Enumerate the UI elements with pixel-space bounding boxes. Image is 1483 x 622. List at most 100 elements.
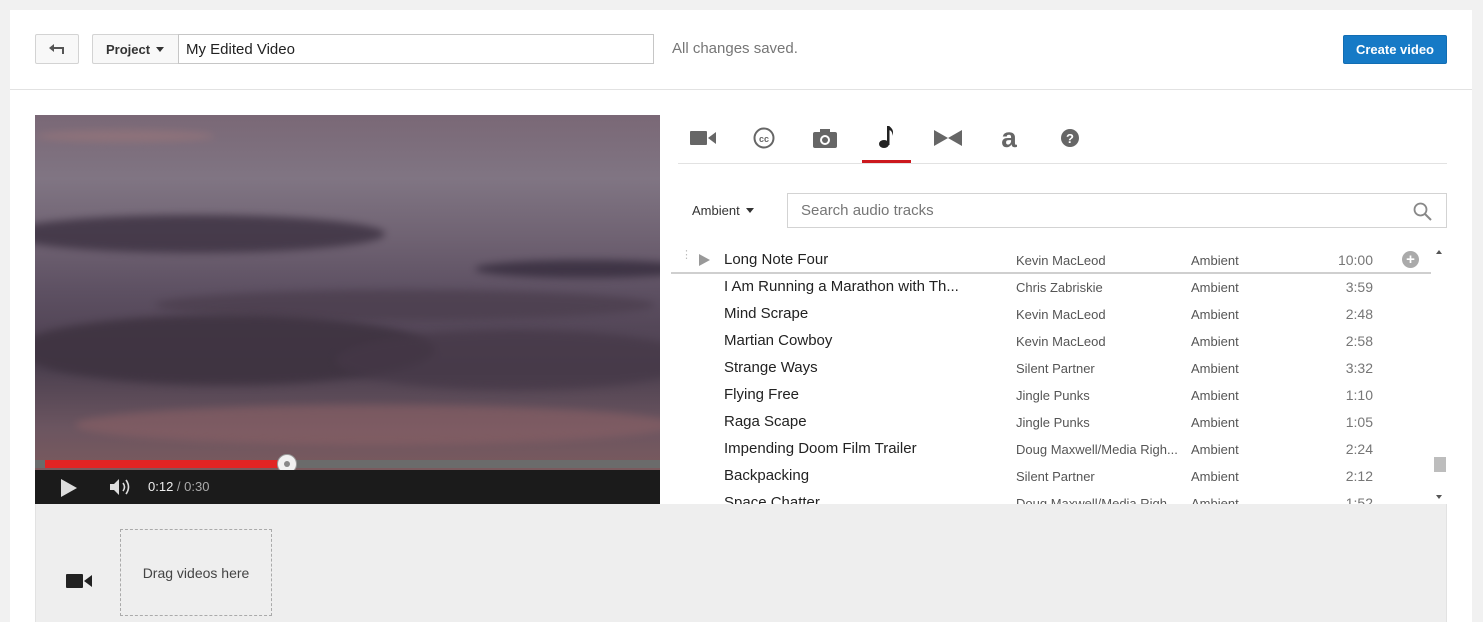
track-artist: Kevin MacLeod xyxy=(1016,334,1106,349)
track-artist: Kevin MacLeod xyxy=(1016,253,1106,268)
scroll-down-arrow-icon[interactable] xyxy=(1436,495,1442,499)
track-artist: Kevin MacLeod xyxy=(1016,307,1106,322)
tab-help[interactable]: ? xyxy=(1045,113,1094,163)
video-drop-zone[interactable]: Drag videos here xyxy=(120,529,272,616)
track-title: Long Note Four xyxy=(724,251,829,268)
play-icon[interactable] xyxy=(61,479,77,497)
track-title: Mind Scrape xyxy=(724,305,809,322)
audio-track-list[interactable]: ⋮ Long Note Four Kevin MacLeod Ambient 10:00… xyxy=(671,247,1447,504)
tab-creative-commons[interactable]: cc xyxy=(739,113,788,163)
track-title: Martian Cowboy xyxy=(724,332,833,349)
track-list-scrollbar[interactable] xyxy=(1432,247,1447,504)
volume-icon[interactable] xyxy=(109,478,135,496)
audio-search-input[interactable] xyxy=(788,194,1398,227)
duration: 0:30 xyxy=(184,479,210,494)
track-title: Backpacking xyxy=(724,467,810,484)
video-track-icon xyxy=(66,574,92,588)
music-note-icon xyxy=(878,125,893,148)
video-frame xyxy=(35,115,660,470)
track-duration: 10:00 xyxy=(1337,252,1373,268)
track-artist: Jingle Punks xyxy=(1016,388,1090,403)
track-genre: Ambient xyxy=(1191,307,1239,322)
undo-arrow-icon xyxy=(49,44,64,54)
camera-icon xyxy=(812,128,837,148)
chevron-down-icon xyxy=(745,208,754,213)
track-duration: 3:59 xyxy=(1345,279,1373,295)
track-row[interactable]: Space Chatter Doug Maxwell/Media Righ... A… xyxy=(671,490,1431,504)
scrollbar-thumb[interactable] xyxy=(1434,457,1446,472)
track-row[interactable]: Strange Ways Silent Partner Ambient 3:32 xyxy=(671,355,1431,382)
track-genre: Ambient xyxy=(1191,253,1239,268)
player-controls: 0:12 / 0:30 xyxy=(35,470,660,504)
help-icon: ? xyxy=(1060,129,1079,147)
track-play-icon[interactable] xyxy=(699,254,710,266)
track-duration: 2:12 xyxy=(1345,468,1373,484)
create-video-button[interactable]: Create video xyxy=(1343,35,1447,64)
track-duration: 3:32 xyxy=(1345,360,1373,376)
track-title: Flying Free xyxy=(724,386,800,403)
svg-text:a: a xyxy=(1001,125,1017,151)
track-duration: 2:58 xyxy=(1345,333,1373,349)
track-genre: Ambient xyxy=(1191,388,1239,403)
media-tabs: cc a ? xyxy=(678,113,1447,164)
genre-dropdown[interactable]: Ambient xyxy=(692,203,754,218)
track-duration: 1:52 xyxy=(1345,495,1373,504)
track-row[interactable]: I Am Running a Marathon with Th... Chris … xyxy=(671,274,1431,301)
tab-text[interactable]: a xyxy=(984,113,1033,163)
track-row[interactable]: Mind Scrape Kevin MacLeod Ambient 2:48 xyxy=(671,301,1431,328)
track-duration: 1:05 xyxy=(1345,414,1373,430)
track-genre: Ambient xyxy=(1191,280,1239,295)
save-status: All changes saved. xyxy=(672,40,798,57)
tab-audio[interactable] xyxy=(862,113,911,163)
track-title: Impending Doom Film Trailer xyxy=(724,440,917,457)
back-button[interactable] xyxy=(35,34,79,64)
track-artist: Silent Partner xyxy=(1016,469,1095,484)
track-artist: Doug Maxwell/Media Righ... xyxy=(1016,496,1178,504)
time-separator: / xyxy=(173,479,185,494)
tab-photos[interactable] xyxy=(800,113,849,163)
drop-zone-label: Drag videos here xyxy=(142,564,250,581)
track-row[interactable]: ⋮ Long Note Four Kevin MacLeod Ambient 10:00… xyxy=(671,247,1431,274)
project-menu-button[interactable]: Project xyxy=(92,34,179,64)
track-row[interactable]: Backpacking Silent Partner Ambient 2:12 xyxy=(671,463,1431,490)
track-title: I Am Running a Marathon with Th... xyxy=(724,278,959,295)
track-genre: Ambient xyxy=(1191,469,1239,484)
time-display: 0:12 / 0:30 xyxy=(148,479,209,494)
video-player[interactable]: 0:12 / 0:30 xyxy=(35,115,660,504)
add-track-icon[interactable]: + xyxy=(1402,251,1419,268)
tab-transitions[interactable] xyxy=(923,113,972,163)
video-icon xyxy=(689,131,716,145)
track-genre: Ambient xyxy=(1191,442,1239,457)
search-icon[interactable] xyxy=(1413,202,1432,221)
track-row[interactable]: Impending Doom Film Trailer Doug Maxwell/… xyxy=(671,436,1431,463)
project-label: Project xyxy=(106,41,151,57)
top-bar: Project All changes saved. Create video xyxy=(10,10,1472,90)
chevron-down-icon xyxy=(156,46,165,52)
track-genre: Ambient xyxy=(1191,415,1239,430)
track-title: Space Chatter xyxy=(724,494,820,504)
track-artist: Jingle Punks xyxy=(1016,415,1090,430)
editor-page: Project All changes saved. Create video xyxy=(10,10,1472,622)
track-duration: 1:10 xyxy=(1345,387,1373,403)
text-a-icon: a xyxy=(1001,125,1017,151)
transitions-bowtie-icon xyxy=(933,130,962,146)
svg-text:?: ? xyxy=(1066,131,1074,146)
track-duration: 2:48 xyxy=(1345,306,1373,322)
track-title: Raga Scape xyxy=(724,413,807,430)
track-genre: Ambient xyxy=(1191,361,1239,376)
drag-handle-icon[interactable]: ⋮ xyxy=(681,250,692,261)
track-artist: Silent Partner xyxy=(1016,361,1095,376)
tab-video[interactable] xyxy=(678,113,727,163)
track-row[interactable]: Martian Cowboy Kevin MacLeod Ambient 2:58 xyxy=(671,328,1431,355)
track-genre: Ambient xyxy=(1191,496,1239,504)
project-title-input[interactable] xyxy=(178,34,654,64)
genre-label: Ambient xyxy=(692,203,740,218)
track-row[interactable]: Raga Scape Jingle Punks Ambient 1:05 xyxy=(671,409,1431,436)
scroll-up-arrow-icon[interactable] xyxy=(1436,250,1442,254)
track-artist: Chris Zabriskie xyxy=(1016,280,1103,295)
svg-text:cc: cc xyxy=(758,134,768,144)
current-time: 0:12 xyxy=(148,479,174,494)
track-row[interactable]: Flying Free Jingle Punks Ambient 1:10 xyxy=(671,382,1431,409)
audio-search-box xyxy=(787,193,1447,228)
creative-commons-icon: cc xyxy=(753,127,774,149)
